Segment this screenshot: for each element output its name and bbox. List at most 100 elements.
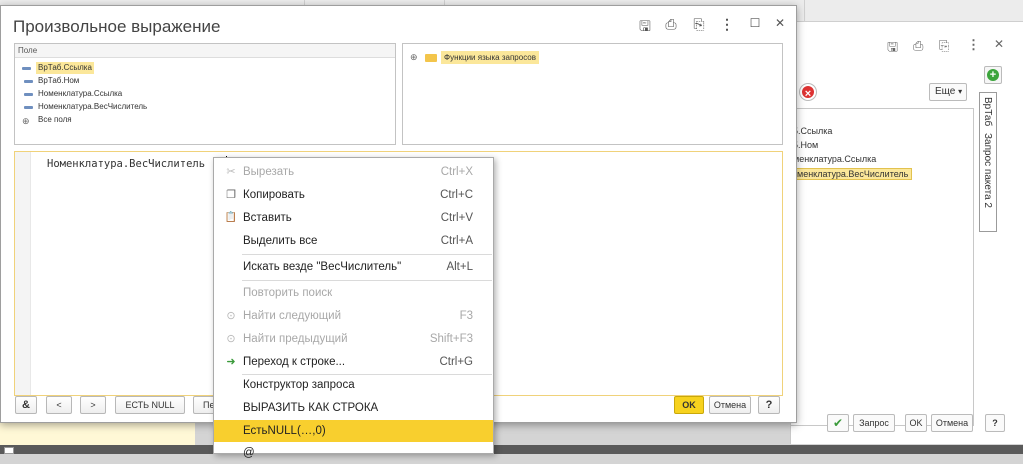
list-item[interactable]: менклатура.Ссылка: [793, 154, 876, 164]
more-vert-icon[interactable]: ⋮: [967, 37, 980, 53]
maximize-icon[interactable]: ☐: [747, 16, 763, 30]
delete-icon[interactable]: ×: [800, 84, 816, 100]
expand-icon[interactable]: ⊕: [410, 52, 418, 63]
menu-item-search-everywhere[interactable]: Искать везде "ВесЧислитель" Alt+L: [214, 256, 493, 278]
menu-item-shortcut: Ctrl+G: [439, 356, 473, 368]
field-icon: [24, 106, 33, 109]
vertical-tabs: ВрТаб Запрос пакета 2: [979, 92, 997, 232]
dialog-title: Произвольное выражение: [13, 17, 221, 36]
menu-item-shortcut: Alt+L: [446, 261, 473, 273]
menu-item-label: Копировать: [243, 189, 305, 201]
menu-item-label: ВЫРАЗИТЬ КАК СТРОКА: [243, 402, 379, 414]
background-window: 🖫 ⎙ ⎘ ⋮ ✕ + × Еще ▾ 5.Ссылка 5.Ном менкл…: [790, 22, 1023, 444]
fields-panel: Поле ВрТаб.Ссылка ВрТаб.Ном Номенклатура…: [14, 43, 396, 145]
menu-item-at[interactable]: @: [214, 442, 493, 464]
menu-item-shortcut: Ctrl+C: [440, 189, 473, 201]
field-item[interactable]: ВрТаб.Ссылка: [22, 62, 94, 74]
ok-button[interactable]: OK: [905, 414, 927, 432]
tab-vrtab[interactable]: ВрТаб: [982, 97, 993, 126]
menu-item-label: Повторить поиск: [243, 287, 333, 299]
field-label: Номенклатура.Ссылка: [38, 89, 123, 98]
cancel-button[interactable]: Отмена: [709, 396, 751, 414]
menu-item-cast-as-string[interactable]: ВЫРАЗИТЬ КАК СТРОКА: [214, 397, 493, 419]
next-button[interactable]: >: [80, 396, 106, 414]
copy-icon: ❐: [226, 189, 236, 201]
close-icon[interactable]: ✕: [994, 37, 1004, 51]
menu-item-label: Конструктор запроса: [243, 379, 355, 391]
functions-item[interactable]: Функции языка запросов: [441, 51, 539, 64]
menu-item-paste[interactable]: 📋 Вставить Ctrl+V: [214, 207, 493, 229]
menu-item-isnull[interactable]: ЕстьNULL(…,0): [214, 420, 493, 442]
isnull-button[interactable]: ЕСТЬ NULL: [115, 396, 185, 414]
field-label: ВрТаб.Ном: [38, 76, 80, 85]
folder-icon: [425, 54, 437, 62]
menu-item-label: ЕстьNULL(…,0): [243, 425, 326, 437]
close-icon[interactable]: ✕: [772, 16, 788, 30]
cut-icon: ✂: [226, 166, 236, 178]
fields-header: Поле: [15, 44, 395, 58]
background-field-list: 5.Ссылка 5.Ном менклатура.Ссылка менклат…: [791, 108, 974, 426]
help-button[interactable]: ?: [985, 414, 1005, 432]
menu-item-label: Вырезать: [243, 166, 295, 178]
tab-query-batch-2[interactable]: Запрос пакета 2: [982, 133, 993, 208]
preview-icon[interactable]: ⎘: [939, 38, 949, 54]
more-vert-icon[interactable]: ⋮: [719, 16, 735, 33]
menu-item-select-all[interactable]: Выделить все Ctrl+A: [214, 230, 493, 252]
context-menu: ✂ Вырезать Ctrl+X ❐ Копировать Ctrl+C 📋 …: [213, 157, 494, 459]
chevron-down-icon: ▾: [958, 87, 963, 96]
field-item[interactable]: Номенклатура.ВесЧислитель: [24, 101, 148, 113]
field-item[interactable]: ВрТаб.Ном: [24, 75, 80, 87]
menu-item-label: Искать везде "ВесЧислитель": [243, 261, 402, 273]
editor-gutter: [15, 152, 31, 395]
cancel-button[interactable]: Отмена: [931, 414, 973, 432]
field-item[interactable]: Номенклатура.Ссылка: [24, 88, 123, 100]
list-item[interactable]: 5.Ссылка: [793, 126, 832, 136]
prev-button[interactable]: <: [46, 396, 72, 414]
ok-button[interactable]: OK: [674, 396, 704, 414]
more-button[interactable]: Еще ▾: [929, 83, 967, 101]
preview-icon[interactable]: ⎘: [691, 16, 707, 33]
more-button-label: Еще: [935, 86, 956, 97]
save-icon[interactable]: 🖫: [637, 16, 653, 40]
checkmark-button[interactable]: ✔: [827, 414, 849, 432]
functions-panel: ⊕ Функции языка запросов: [402, 43, 783, 145]
menu-item-copy[interactable]: ❐ Копировать Ctrl+C: [214, 184, 493, 206]
plus-icon: +: [987, 69, 999, 81]
help-button[interactable]: ?: [758, 396, 780, 414]
list-item[interactable]: менклатура.ВесЧислитель: [793, 168, 913, 180]
print-icon[interactable]: ⎙: [913, 38, 923, 54]
field-label: Номенклатура.ВесЧислитель: [38, 102, 148, 111]
menu-item-shortcut: Shift+F3: [429, 333, 473, 345]
expand-icon[interactable]: ⊕: [22, 116, 30, 127]
bottom-bar: [0, 445, 1023, 454]
menu-item-label: Найти следующий: [243, 310, 342, 322]
goto-line-icon: ➜: [226, 356, 236, 368]
menu-item-shortcut: Ctrl+X: [440, 166, 473, 178]
find-next-icon: ⊙: [226, 310, 236, 322]
bottom-cell: [4, 447, 14, 454]
ampersand-button[interactable]: &: [15, 396, 37, 414]
field-icon: [24, 80, 33, 83]
menu-item-label: @: [243, 447, 255, 459]
editor-text[interactable]: Номенклатура.ВесЧислитель: [47, 158, 205, 170]
menu-item-cut[interactable]: ✂ Вырезать Ctrl+X: [214, 161, 493, 183]
menu-item-label: Выделить все: [243, 235, 318, 247]
menu-item-find-prev[interactable]: ⊙ Найти предыдущий Shift+F3: [214, 328, 493, 350]
menu-item-find-next[interactable]: ⊙ Найти следующий F3: [214, 305, 493, 327]
field-label: ВрТаб.Ссылка: [38, 63, 92, 72]
menu-item-shortcut: Ctrl+A: [440, 235, 473, 247]
all-fields-item[interactable]: Все поля: [38, 114, 72, 126]
save-icon[interactable]: 🖫: [887, 38, 898, 60]
menu-item-shortcut: Ctrl+V: [440, 212, 473, 224]
menu-item-repeat-search[interactable]: Повторить поиск: [214, 282, 493, 304]
add-button[interactable]: +: [984, 66, 1002, 84]
menu-item-query-builder[interactable]: Конструктор запроса: [214, 374, 493, 396]
menu-item-label: Вставить: [243, 212, 292, 224]
menu-item-goto-line[interactable]: ➜ Переход к строке... Ctrl+G: [214, 351, 493, 373]
menu-item-shortcut: F3: [459, 310, 473, 322]
menu-separator: [242, 280, 492, 281]
print-icon[interactable]: ⎙: [663, 16, 679, 33]
query-button[interactable]: Запрос: [853, 414, 895, 432]
menu-separator: [242, 254, 492, 255]
menu-item-label: Найти предыдущий: [243, 333, 348, 345]
